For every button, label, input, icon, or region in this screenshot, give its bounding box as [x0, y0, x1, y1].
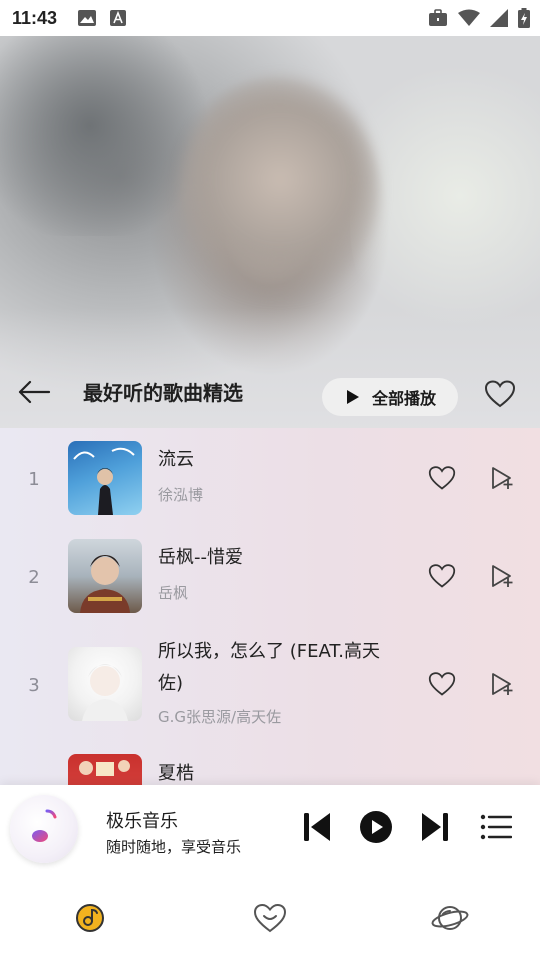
like-song-button[interactable] — [428, 671, 456, 701]
song-artist: G.G张思源/高天佐 — [158, 708, 282, 726]
next-button[interactable] — [418, 809, 452, 849]
back-button[interactable] — [14, 376, 54, 412]
bottom-navigation — [0, 882, 540, 960]
song-index: 2 — [28, 567, 40, 588]
heart-outline-icon — [428, 564, 456, 593]
play-add-icon — [490, 565, 516, 593]
song-index: 3 — [28, 675, 40, 696]
status-time: 11:43 — [12, 7, 58, 28]
play-all-button[interactable]: 全部播放 — [322, 378, 458, 416]
heart-outline-icon — [428, 672, 456, 701]
back-arrow-icon — [17, 380, 51, 408]
song-title: 岳枫--惜爱 — [158, 547, 243, 568]
add-to-queue-button[interactable] — [490, 671, 516, 701]
page-title: 最好听的歌曲精选 — [83, 381, 243, 405]
play-icon — [346, 389, 360, 405]
heart-outline-icon — [428, 466, 456, 495]
skip-previous-icon — [302, 811, 332, 847]
status-bar: 11:43 — [0, 0, 540, 36]
playlist-button[interactable] — [478, 809, 514, 849]
nav-favorites[interactable] — [250, 900, 290, 940]
like-song-button[interactable] — [428, 563, 456, 593]
signal-icon — [490, 9, 508, 31]
skip-next-icon — [420, 811, 450, 847]
wifi-icon — [458, 9, 480, 31]
song-index: 1 — [28, 469, 40, 490]
play-add-icon — [490, 467, 516, 495]
heart-nav-icon — [253, 903, 287, 937]
briefcase-icon — [428, 9, 448, 31]
song-title: 所以我，怎么了 (FEAT.高天佐) — [158, 641, 380, 694]
nav-music[interactable] — [70, 900, 110, 940]
mini-player-title: 极乐音乐 — [106, 811, 178, 832]
play-add-icon — [490, 673, 516, 701]
previous-button[interactable] — [300, 809, 334, 849]
heart-outline-icon — [484, 380, 516, 412]
playlist-icon — [480, 814, 513, 844]
song-artist: 徐泓博 — [158, 486, 204, 504]
battery-charging-icon — [518, 8, 530, 32]
play-all-label: 全部播放 — [372, 389, 437, 408]
song-row[interactable]: 2 岳枫--惜爱 岳枫 — [0, 526, 540, 626]
song-title: 流云 — [158, 449, 194, 470]
song-cover — [68, 539, 142, 613]
play-circle-icon — [359, 810, 393, 848]
nav-explore[interactable] — [430, 900, 470, 940]
image-icon — [78, 10, 96, 26]
mini-player[interactable]: 极乐音乐 随时随地，享受音乐 — [0, 785, 540, 882]
font-icon — [110, 10, 126, 26]
mini-player-subtitle: 随时随地，享受音乐 — [106, 838, 242, 856]
song-cover — [68, 441, 142, 515]
song-row[interactable]: 1 流云 徐泓博 — [0, 428, 540, 528]
play-button[interactable] — [357, 809, 395, 849]
song-artist: 岳枫 — [158, 584, 189, 602]
song-cover — [68, 647, 142, 721]
playlist-header-image — [0, 36, 540, 428]
add-to-queue-button[interactable] — [490, 563, 516, 593]
favorite-playlist-button[interactable] — [484, 380, 516, 412]
song-row[interactable]: 3 所以我，怎么了 (FEAT.高天佐) G.G张思源/高天佐 — [0, 634, 540, 754]
planet-icon — [431, 902, 469, 938]
music-disc-icon — [74, 902, 106, 938]
mini-player-artwork[interactable] — [10, 795, 78, 863]
music-note-icon — [27, 808, 61, 850]
like-song-button[interactable] — [428, 465, 456, 495]
add-to-queue-button[interactable] — [490, 465, 516, 495]
